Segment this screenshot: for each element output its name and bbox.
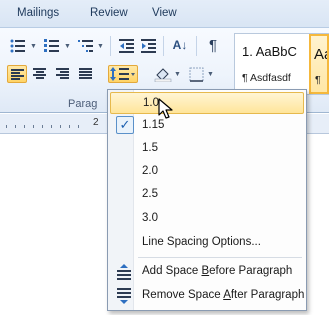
sort-icon[interactable]: A↓ <box>170 36 190 54</box>
tab-review[interactable]: Review <box>90 7 128 19</box>
menu-item-spacing-2-5[interactable]: 2.5 <box>110 184 304 206</box>
menu-item-spacing-1-5[interactable]: 1.5 <box>110 138 304 160</box>
ruler-number: 2 <box>93 117 99 128</box>
menu-item-spacing-2-0[interactable]: 2.0 <box>110 161 304 183</box>
menu-item-spacing-1-15[interactable]: ✓ 1.15 <box>110 115 304 137</box>
styles-gallery: 1. AaBbC ¶ Asdfasdf Aa ¶ <box>234 33 329 95</box>
style-name: ¶ Asdfasdf <box>242 72 291 84</box>
paragraph-group-label: Parag <box>68 98 98 110</box>
menu-item-label: 3.0 <box>142 212 158 224</box>
line-spacing-menu: 1.0 ✓ 1.15 1.5 2.0 2.5 3.0 Line Spacing … <box>107 89 307 311</box>
mouse-cursor-icon <box>158 98 174 123</box>
menu-item-spacing-3-0[interactable]: 3.0 <box>110 208 304 230</box>
menu-item-label: Line Spacing Options... <box>142 236 261 248</box>
bullets-dropdown-icon[interactable]: ▼ <box>30 43 37 50</box>
tab-mailings[interactable]: Mailings <box>17 7 59 19</box>
menu-item-label: 1.5 <box>142 142 158 154</box>
style-preview: 1. AaBbC <box>242 44 297 59</box>
borders-icon[interactable] <box>186 65 206 83</box>
align-left-icon[interactable] <box>7 65 27 83</box>
shading-dropdown-icon[interactable]: ▼ <box>174 71 181 78</box>
menu-item-add-space-before[interactable]: Add Space Before Paragraph <box>110 261 304 283</box>
justify-icon[interactable] <box>76 65 96 83</box>
menu-item-label: Remove Space After Paragraph <box>142 289 305 301</box>
ribbon-separator <box>163 36 164 56</box>
ribbon-separator <box>110 36 111 56</box>
menu-item-label: 2.5 <box>142 188 158 200</box>
borders-dropdown-icon[interactable]: ▼ <box>207 71 214 78</box>
align-right-icon[interactable] <box>53 65 73 83</box>
add-space-before-icon <box>116 264 132 283</box>
numbering-icon[interactable] <box>42 37 62 55</box>
menu-separator <box>138 257 302 258</box>
decrease-indent-icon[interactable] <box>117 37 137 55</box>
check-icon: ✓ <box>116 116 134 134</box>
line-spacing-icon[interactable] <box>108 65 138 83</box>
style-list-number[interactable]: 1. AaBbC ¶ Asdfasdf <box>235 34 309 94</box>
multilevel-dropdown-icon[interactable]: ▼ <box>97 43 104 50</box>
show-formatting-icon[interactable]: ¶ <box>203 36 223 54</box>
shading-icon[interactable] <box>153 65 173 83</box>
menu-item-line-spacing-options[interactable]: Line Spacing Options... <box>110 232 304 254</box>
numbering-dropdown-icon[interactable]: ▼ <box>64 43 71 50</box>
remove-space-after-icon <box>116 288 132 307</box>
bullets-icon[interactable] <box>8 37 28 55</box>
menu-item-label: 1.0 <box>143 97 159 109</box>
increase-indent-icon[interactable] <box>139 37 159 55</box>
menu-item-label: 2.0 <box>142 165 158 177</box>
multilevel-list-icon[interactable] <box>76 37 96 55</box>
style-heading[interactable]: Aa ¶ <box>309 34 329 94</box>
ribbon-tab-bar: Mailings Review View <box>0 0 329 27</box>
style-preview: Aa <box>314 46 327 63</box>
menu-item-label: Add Space Before Paragraph <box>142 265 293 277</box>
tab-view[interactable]: View <box>152 7 177 19</box>
ribbon-separator <box>196 36 197 56</box>
style-name: ¶ <box>315 74 321 86</box>
menu-item-remove-space-after[interactable]: Remove Space After Paragraph <box>110 285 304 307</box>
center-icon[interactable] <box>30 65 50 83</box>
menu-item-spacing-1-0[interactable]: 1.0 <box>110 92 304 114</box>
